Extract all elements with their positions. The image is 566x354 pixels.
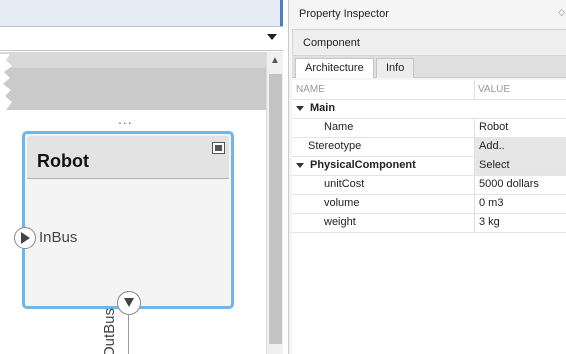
property-label-unitcost: unitCost <box>324 178 365 190</box>
output-port-label: OutBus <box>101 307 118 354</box>
group-physicalcomponent[interactable]: PhysicalComponent Select <box>292 156 566 176</box>
column-divider <box>474 80 475 99</box>
view-dropdown[interactable] <box>0 28 283 51</box>
input-port-label: InBus <box>39 229 78 246</box>
property-label-weight: weight <box>324 216 356 228</box>
component-header-bar: Component <box>292 29 566 56</box>
output-connector-line <box>128 314 129 354</box>
input-port-icon[interactable] <box>14 227 36 249</box>
canvas-banner <box>0 52 266 68</box>
chevron-down-icon[interactable] <box>296 163 304 168</box>
column-header-name: NAME <box>296 84 325 95</box>
group-label-main: Main <box>310 102 336 114</box>
property-row-volume[interactable]: volume 0 m3 <box>292 194 566 214</box>
scroll-up-arrow-icon[interactable]: ▲ <box>270 56 280 66</box>
property-label-stereotype: Stereotype <box>308 140 362 152</box>
column-header-value: VALUE <box>478 84 511 95</box>
output-port-icon[interactable] <box>117 291 141 315</box>
ellipsis-menu[interactable]: ... <box>118 112 133 126</box>
property-value-weight[interactable]: 3 kg <box>474 213 566 232</box>
property-row-weight[interactable]: weight 3 kg <box>292 213 566 233</box>
property-inspector: Property Inspector ◇ Component Architect… <box>288 0 566 354</box>
group-main[interactable]: Main <box>292 99 566 119</box>
component-title: Robot <box>37 151 89 171</box>
maximize-icon[interactable] <box>212 142 225 154</box>
property-value-volume[interactable]: 0 m3 <box>474 194 566 213</box>
close-icon[interactable]: ◇ <box>558 7 565 18</box>
tab-info[interactable]: Info <box>376 58 415 78</box>
inspector-title: Property Inspector <box>299 8 389 20</box>
chevron-down-icon[interactable] <box>267 34 277 40</box>
component-block[interactable]: Robot <box>22 131 234 309</box>
group-label-physicalcomponent: PhysicalComponent <box>310 159 416 171</box>
scrollbar-thumb[interactable] <box>269 74 282 344</box>
property-value-unitcost[interactable]: 5000 dollars <box>474 175 566 194</box>
select-button[interactable]: Select <box>474 156 566 175</box>
inspector-tabs: Architecture Info <box>292 56 566 78</box>
grid-header: NAME VALUE <box>292 80 566 100</box>
torn-edge-decoration <box>0 54 12 110</box>
tab-architecture[interactable]: Architecture <box>295 58 374 78</box>
property-row-unitcost[interactable]: unitCost 5000 dollars <box>292 175 566 195</box>
property-row-stereotype[interactable]: Stereotype Add.. <box>292 137 566 157</box>
component-section-label: Component <box>303 37 360 49</box>
property-label-name: Name <box>324 121 354 133</box>
editor-tab-strip <box>0 0 283 27</box>
component-header: Robot <box>27 136 229 179</box>
add-stereotype-button[interactable]: Add.. <box>474 137 566 156</box>
chevron-down-icon[interactable] <box>296 106 304 111</box>
property-grid: NAME VALUE Main Name Robot Stereotype Ad… <box>292 80 566 354</box>
vertical-scrollbar[interactable]: ▲ <box>266 52 283 354</box>
property-value-name[interactable]: Robot <box>474 118 566 137</box>
property-label-volume: volume <box>324 197 360 209</box>
diagram-canvas-panel: ▲ ... Robot InBus OutBus <box>0 0 283 354</box>
canvas-banner-lower <box>0 68 266 110</box>
property-row-name[interactable]: Name Robot <box>292 118 566 138</box>
